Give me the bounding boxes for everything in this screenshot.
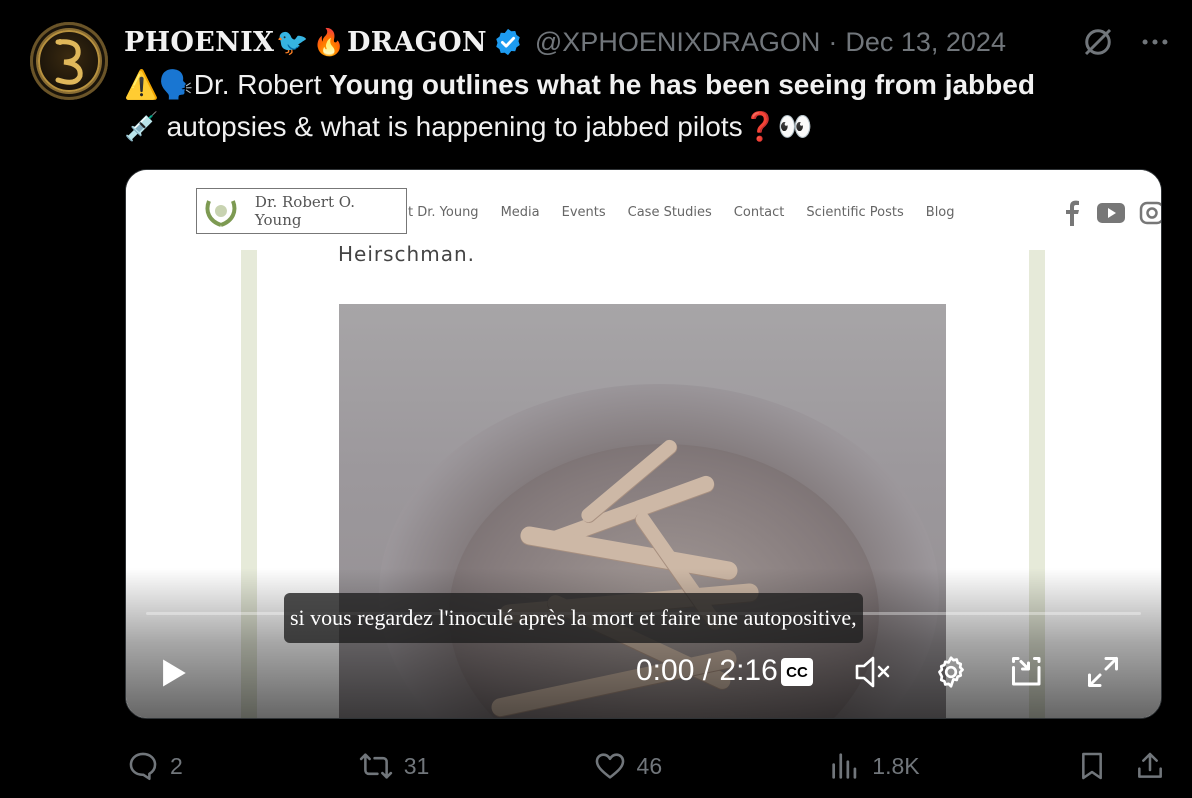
views-count: 1.8K — [872, 752, 920, 779]
views-icon — [832, 753, 857, 779]
tweet-bold: Young outlines what he has been seeing f… — [329, 69, 1035, 100]
avatar[interactable] — [30, 22, 108, 100]
mute-icon[interactable] — [853, 654, 893, 690]
warning-emoji: ⚠️ — [124, 69, 159, 100]
youtube-icon — [1097, 203, 1125, 223]
bookmark-button[interactable] — [1076, 749, 1134, 783]
grok-icon[interactable] — [1080, 24, 1116, 60]
bookmark-icon — [1082, 752, 1102, 780]
verified-badge-icon[interactable] — [493, 27, 523, 57]
repost-button[interactable]: 31 — [358, 749, 593, 783]
reply-button[interactable]: 2 — [126, 749, 358, 783]
views-button[interactable]: 1.8K — [828, 749, 1076, 783]
fullscreen-icon[interactable] — [1085, 654, 1121, 690]
pip-icon[interactable] — [1009, 654, 1045, 690]
video-time: 0:00 / 2:16 — [636, 654, 778, 687]
tweet-header: PHOENIX 🐦 🔥 DRAGON @XPHOENIXDRAGON · Dec… — [124, 22, 1172, 62]
fire-emoji: 🔥 — [312, 26, 346, 57]
site-nav-item: Scientific Posts — [806, 205, 904, 220]
video-frame-site-header: Dr. Robert O. Young t Dr. Young Media Ev… — [126, 170, 1161, 260]
cc-label: CC — [786, 663, 808, 681]
repost-count: 31 — [403, 752, 430, 779]
site-nav-item: Contact — [733, 205, 785, 220]
site-logo-text: Dr. Robert O. Young — [254, 193, 355, 229]
share-button[interactable] — [1134, 749, 1166, 783]
video-player[interactable]: Dr. Robert O. Young t Dr. Young Media Ev… — [125, 169, 1162, 719]
reply-count: 2 — [170, 752, 183, 779]
facebook-icon — [1066, 200, 1079, 226]
question-emoji: ❓ — [742, 111, 778, 142]
tweet-text: ⚠️🗣️Dr. Robert Young outlines what he ha… — [124, 64, 1164, 148]
site-nav: t Dr. Young Media Events Case Studies Co… — [408, 205, 955, 220]
repost-icon — [359, 753, 392, 779]
syringe-emoji: 💉 — [124, 111, 159, 142]
cc-icon[interactable]: CC — [781, 658, 813, 686]
tweet-date[interactable]: Dec 13, 2024 — [845, 27, 1006, 58]
tweet-line2: autopsies & what is happening to jabbed … — [158, 111, 743, 142]
separator-dot: · — [828, 26, 838, 57]
reply-icon — [129, 752, 157, 781]
site-nav-item: Media — [500, 205, 540, 220]
author-name[interactable]: PHOENIX — [124, 27, 274, 58]
site-logo: Dr. Robert O. Young — [196, 188, 407, 234]
more-icon[interactable] — [1138, 25, 1172, 59]
speaking-emoji: 🗣️ — [158, 69, 194, 100]
site-nav-item: Blog — [925, 205, 955, 220]
site-nav-item: t Dr. Young — [408, 205, 479, 220]
video-control-icons: CC — [781, 654, 1121, 690]
settings-icon[interactable] — [933, 654, 969, 690]
tweet-prefix: Dr. Robert — [193, 69, 330, 100]
like-button[interactable]: 46 — [593, 749, 829, 783]
page-cut-text: Heirschman. — [338, 242, 475, 266]
like-count: 46 — [636, 752, 663, 779]
wreath-icon — [205, 200, 237, 227]
share-icon — [1138, 752, 1162, 778]
site-nav-item: Case Studies — [627, 205, 712, 220]
author-name-suffix[interactable]: DRAGON — [347, 27, 487, 58]
like-icon — [595, 753, 624, 779]
eyes-emoji: 👀 — [777, 111, 813, 142]
site-social — [1061, 200, 1161, 226]
video-caption: si vous regardez l'inoculé après la mort… — [284, 593, 863, 643]
tweet-actions: 2 31 46 1.8K — [126, 746, 1166, 786]
play-icon[interactable] — [156, 656, 190, 690]
instagram-icon — [1139, 201, 1161, 225]
bird-emoji: 🐦 — [276, 26, 309, 57]
dragon-emblem-icon — [38, 30, 100, 92]
controls-gradient — [126, 568, 1161, 718]
author-handle[interactable]: @XPHOENIXDRAGON — [535, 27, 820, 58]
site-nav-item: Events — [561, 205, 606, 220]
